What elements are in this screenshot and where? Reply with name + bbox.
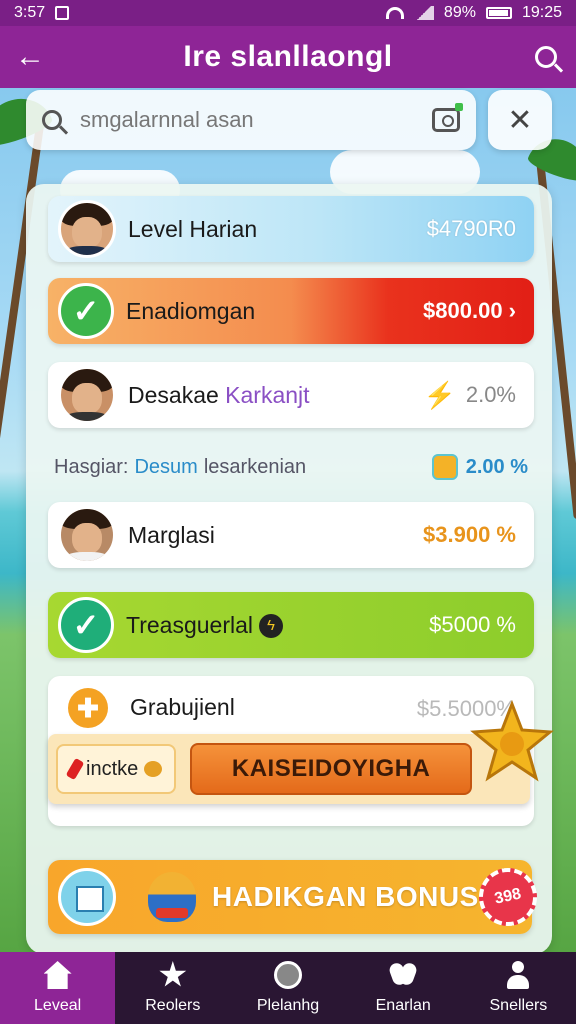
list-item[interactable]: ✓ Treasguerlal ϟ $5000 % (48, 592, 534, 658)
close-button[interactable]: ✕ (488, 90, 552, 150)
info-line: Hasgiar: Desum lesarkenian 2.00 % (54, 452, 528, 482)
list-item-name-main: Desakae (128, 381, 219, 408)
sim-icon (55, 6, 70, 20)
list-item-name: Grabujienl (130, 694, 235, 720)
info-label: Hasgiar: (54, 455, 129, 478)
list-item-amount: $3.900 % (423, 522, 516, 547)
list-item[interactable]: Marglasi $3.900 % (48, 502, 534, 568)
search-bar (26, 90, 476, 150)
app-title: Ire slanllaongl (183, 40, 393, 73)
nav-item-level[interactable]: Leveal (0, 952, 116, 1024)
nav-label: Snellers (489, 997, 548, 1014)
search-icon (42, 110, 62, 130)
list-item-name: Marglasi (128, 521, 215, 548)
status-time-right: 19:25 (521, 4, 562, 21)
list-item-name: Desakae Karkanjt (128, 382, 423, 409)
plus-icon: ✚ (68, 688, 108, 728)
list-item-amount: $4790R0 (426, 216, 516, 241)
bolt-badge-icon: ϟ (258, 614, 283, 639)
status-bar: 3:57 89% 19:25 (0, 0, 576, 26)
search-icon (535, 46, 557, 68)
promo-strip: inctke KAISEIDOYIGHA (48, 734, 530, 804)
battery-percent: 89% (443, 4, 476, 21)
bottom-nav: Leveal Reolers Plelanhg Enarlan Snellers (0, 952, 576, 1024)
star-icon (159, 961, 187, 987)
nav-label: Leveal (34, 997, 82, 1014)
list-item-name-alt: Karkanjt (225, 381, 310, 408)
bolt-icon: ⚡ (423, 379, 456, 410)
status-time-left: 3:57 (14, 4, 46, 21)
list-item-name-main: Treasguerlal (126, 611, 253, 638)
info-highlight[interactable]: Desum (134, 456, 197, 479)
list-item-name: Treasguerlal ϟ (126, 612, 429, 639)
list-item-name: Enadiomgan (126, 297, 256, 324)
check-icon: ✓ (58, 597, 114, 653)
nav-label: Plelanhg (256, 997, 320, 1014)
avatar (58, 200, 116, 258)
nav-label: Enarlan (375, 997, 431, 1014)
bonus-badge: 398 (473, 862, 543, 932)
list-item-name: Level Harian (128, 215, 258, 242)
camera-scan-icon[interactable] (432, 103, 463, 132)
info-tail: lesarkenian (203, 455, 307, 478)
close-icon: ✕ (507, 103, 533, 137)
mascot-icon (148, 872, 196, 922)
gift-icon (431, 454, 458, 480)
search-input[interactable] (80, 107, 432, 133)
app-bar: ← Ire slanllaongl (0, 26, 576, 88)
info-percent: 2.00 % (465, 455, 528, 478)
people-icon (389, 961, 417, 989)
list-item[interactable]: ✓ Enadiomgan $800.00 › (48, 278, 534, 344)
box-icon (58, 868, 116, 926)
arrow-left-icon: ← (15, 40, 45, 73)
list-item[interactable]: Desakae Karkanjt ⚡ 2.0% (48, 362, 534, 428)
check-icon: ✓ (58, 283, 114, 339)
wifi-icon (385, 7, 404, 19)
person-icon (504, 961, 532, 989)
leaderboard-panel: Level Harian $4790R0 ✓ Enadiomgan $800.0… (26, 184, 552, 954)
trophy-icon (470, 700, 554, 782)
signal-icon (413, 6, 434, 20)
nav-item-plelanhg[interactable]: Plelanhg (230, 952, 345, 1024)
avatar (58, 366, 116, 424)
battery-icon (485, 7, 512, 19)
list-item-amount: $800.00 › (423, 298, 516, 323)
list-item-amount: $5000 % (429, 612, 516, 637)
nav-item-reolers[interactable]: Reolers (115, 952, 230, 1024)
back-button[interactable]: ← (0, 26, 60, 88)
promo-chip[interactable]: inctke (56, 744, 177, 794)
list-item[interactable]: Level Harian $4790R0 (48, 196, 534, 262)
list-item-amount: 2.0% (465, 382, 516, 407)
promo-button[interactable]: KAISEIDOYIGHA (190, 743, 472, 795)
home-icon (43, 961, 72, 989)
coin-icon (144, 761, 163, 777)
bonus-banner[interactable]: HADIKGAN BONUS 398 (48, 860, 543, 934)
search-button[interactable] (516, 26, 576, 88)
lipstick-icon (65, 757, 85, 781)
nav-item-snellers[interactable]: Snellers (461, 952, 576, 1024)
nav-item-enarlan[interactable]: Enarlan (346, 952, 461, 1024)
globe-icon (274, 961, 302, 989)
nav-label: Reolers (145, 997, 201, 1014)
avatar (58, 506, 116, 564)
promo-chip-label: inctke (86, 757, 139, 780)
bonus-label: HADIKGAN BONUS (212, 881, 479, 912)
